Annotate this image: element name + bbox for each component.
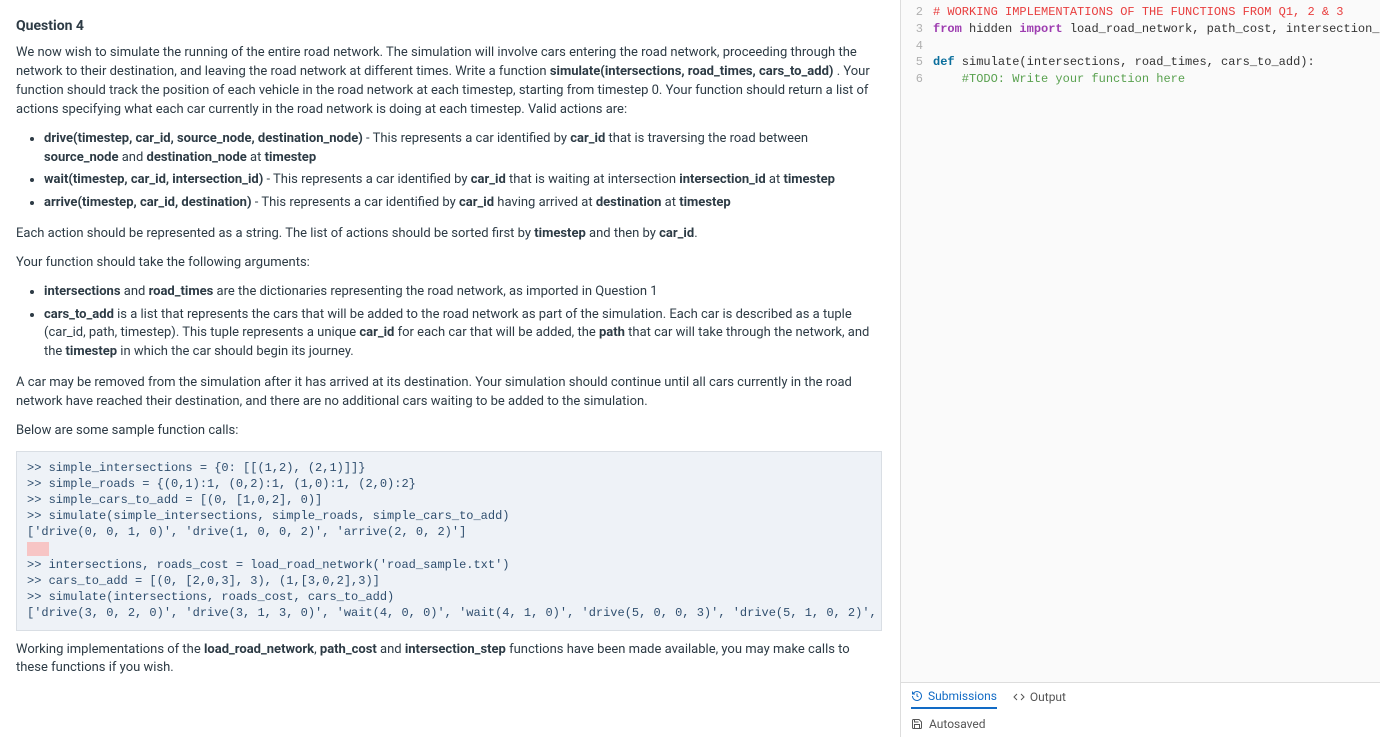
status-text: Autosaved [929, 717, 986, 731]
args-list: intersections and road_times are the dic… [16, 283, 882, 362]
history-icon [911, 690, 923, 702]
t: - This represents a car identified by [363, 131, 570, 146]
t: for each car that will be added, the [394, 325, 599, 340]
t: destination_node [147, 150, 247, 165]
t: at [247, 150, 265, 165]
t: intersection_id [679, 172, 765, 187]
sample-code-block[interactable]: >> simple_intersections = {0: [[(1,2), (… [16, 451, 882, 631]
tab-label: Submissions [928, 689, 997, 703]
removal-note: A car may be removed from the simulation… [16, 374, 882, 412]
footer-note: Working implementations of the load_road… [16, 641, 882, 679]
t: are the dictionaries representing the ro… [213, 284, 657, 299]
t: . [694, 226, 697, 241]
action-sig: arrive(timestep, car_id, destination) [44, 195, 252, 210]
status-row: Autosaved [901, 713, 1380, 737]
arg-cars-to-add: cars_to_add is a list that represents th… [44, 306, 882, 363]
t: car_id [459, 195, 494, 210]
t: and then by [586, 226, 659, 241]
t: timestep [534, 226, 586, 241]
t: load_road_network [204, 642, 314, 657]
action-wait: wait(timestep, car_id, intersection_id) … [44, 171, 882, 190]
t: timestep [679, 195, 731, 210]
tab-output[interactable]: Output [1013, 690, 1066, 708]
t: road_times [149, 284, 214, 299]
t: cars_to_add [44, 307, 114, 322]
sample-intro: Below are some sample function calls: [16, 422, 882, 441]
t: timestep [66, 344, 118, 359]
t: car_id [359, 325, 394, 340]
t: car_id [570, 131, 605, 146]
action-arrive: arrive(timestep, car_id, destination) - … [44, 194, 882, 213]
t: intersection_step [405, 642, 506, 657]
t: and [377, 642, 405, 657]
t: source_node [44, 150, 118, 165]
t: - This represents a car identified by [252, 195, 459, 210]
question-title: Question 4 [16, 16, 882, 36]
question-panel: Question 4 We now wish to simulate the r… [0, 0, 900, 737]
action-drive: drive(timestep, car_id, source_node, des… [44, 130, 882, 168]
t: intersections [44, 284, 121, 299]
t: timestep [265, 150, 317, 165]
save-icon [911, 718, 923, 730]
intro-paragraph: We now wish to simulate the running of t… [16, 44, 882, 119]
t: that is traversing the road between [605, 131, 808, 146]
code-editor[interactable]: 23456 # WORKING IMPLEMENTATIONS OF THE F… [901, 0, 1380, 682]
t: path_cost [320, 642, 377, 657]
intro-fn-sig: simulate(intersections, road_times, cars… [550, 64, 834, 79]
editor-panel: 23456 # WORKING IMPLEMENTATIONS OF THE F… [900, 0, 1380, 737]
t: destination [596, 195, 662, 210]
t: timestep [783, 172, 835, 187]
t: that is waiting at intersection [506, 172, 679, 187]
t: path [599, 325, 625, 340]
tabs-row: Submissions Output [901, 683, 1380, 713]
t: Each action should be represented as a s… [16, 226, 534, 241]
t: Working implementations of the [16, 642, 204, 657]
t: at [661, 195, 679, 210]
code-icon [1013, 691, 1025, 703]
t: car_id [471, 172, 506, 187]
code-area[interactable]: # WORKING IMPLEMENTATIONS OF THE FUNCTIO… [929, 0, 1380, 682]
arg-intersections: intersections and road_times are the dic… [44, 283, 882, 302]
bottom-tabs: Submissions Output Autosaved [901, 682, 1380, 737]
t: having arrived at [494, 195, 596, 210]
t: at [766, 172, 784, 187]
action-sig: drive(timestep, car_id, source_node, des… [44, 131, 363, 146]
t: car_id [659, 226, 694, 241]
args-intro: Your function should take the following … [16, 254, 882, 273]
t: and [121, 284, 149, 299]
t: and [118, 150, 146, 165]
action-sig: wait(timestep, car_id, intersection_id) [44, 172, 263, 187]
t: - This represents a car identified by [263, 172, 470, 187]
actions-list: drive(timestep, car_id, source_node, des… [16, 130, 882, 213]
line-gutter: 23456 [901, 0, 929, 682]
tab-submissions[interactable]: Submissions [911, 689, 997, 709]
tab-label: Output [1030, 690, 1066, 704]
t: in which the car should begin its journe… [117, 344, 354, 359]
sort-note: Each action should be represented as a s… [16, 225, 882, 244]
